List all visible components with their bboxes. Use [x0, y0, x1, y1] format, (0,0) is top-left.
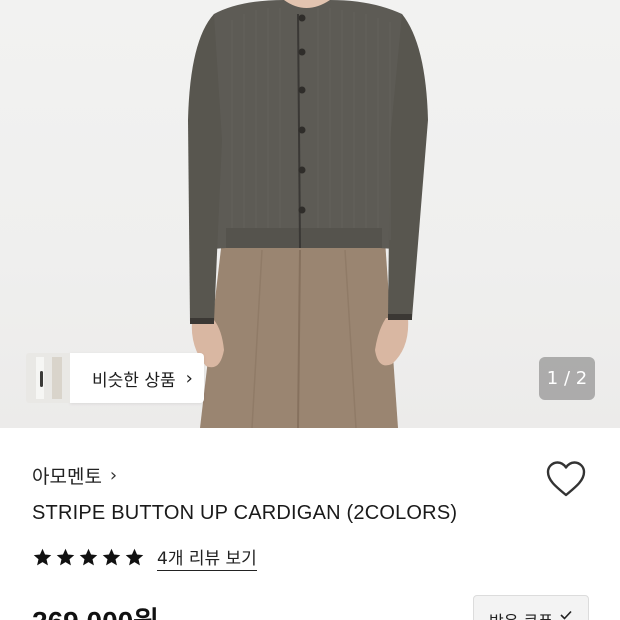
review-link[interactable]: 4개 리뷰 보기 [157, 544, 257, 571]
star-icon [56, 548, 75, 565]
chevron-right-icon: › [109, 465, 118, 486]
product-price: 269,000원 [32, 600, 159, 620]
star-icon [125, 548, 144, 565]
similar-product-thumbnail [26, 353, 70, 403]
brand-link[interactable]: 아모멘토 › [32, 462, 117, 489]
heart-icon[interactable] [545, 459, 587, 499]
star-icon [79, 548, 98, 565]
similar-products-label-box: 비슷한 상품 › [70, 353, 204, 403]
similar-products-label: 비슷한 상품 [92, 370, 176, 391]
rating-stars [32, 547, 145, 568]
star-icon [33, 548, 52, 565]
coupon-button-label: 받은 쿠폰 [489, 608, 553, 620]
coupon-button[interactable]: 받은 쿠폰 [473, 595, 589, 620]
check-icon [560, 610, 572, 620]
brand-name: 아모멘토 [32, 466, 102, 488]
product-title: STRIPE BUTTON UP CARDIGAN (2COLORS) [32, 502, 458, 524]
image-page-indicator: 1 / 2 [539, 357, 595, 400]
similar-products-button[interactable]: 비슷한 상품 › [26, 353, 204, 403]
chevron-right-icon: › [185, 367, 193, 389]
product-image-gallery[interactable]: 비슷한 상품 › 1 / 2 [0, 0, 620, 428]
rating-row: 4개 리뷰 보기 [32, 543, 257, 571]
star-icon [102, 548, 121, 565]
